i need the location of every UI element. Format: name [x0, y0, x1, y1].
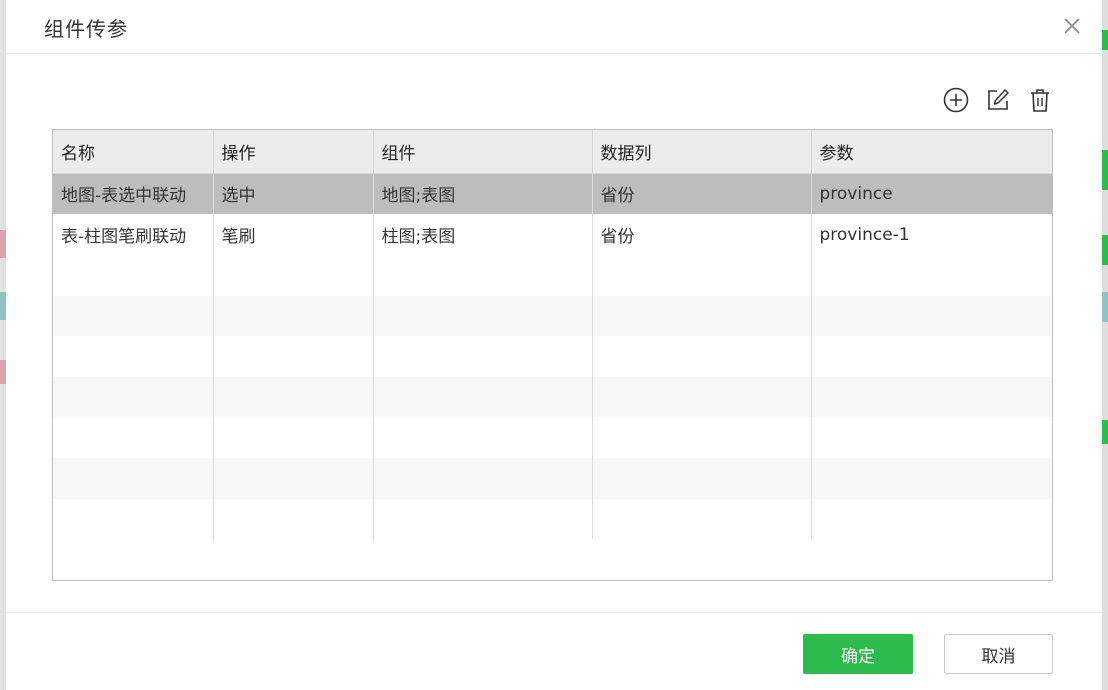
close-button[interactable] — [1060, 14, 1084, 38]
table-row[interactable]: 表-柱图笔刷联动 笔刷 柱图;表图 省份 province-1 — [53, 214, 1052, 255]
column-header-name[interactable]: 名称 — [53, 130, 214, 174]
close-icon — [1064, 18, 1080, 34]
cell-parameter: province-1 — [819, 224, 910, 245]
edit-button[interactable] — [984, 86, 1012, 114]
column-header-parameter[interactable]: 参数 — [811, 130, 1052, 174]
cell-component: 地图;表图 — [373, 173, 593, 214]
empty-row — [53, 255, 1052, 296]
column-header-component[interactable]: 组件 — [373, 130, 593, 174]
cell-name: 地图-表选中联动 — [53, 173, 214, 214]
cell-action: 笔刷 — [213, 214, 374, 255]
empty-row — [53, 417, 1052, 458]
cell-parameter: province — [811, 173, 1052, 214]
column-header-action[interactable]: 操作 — [213, 130, 374, 174]
dialog-header: 组件传参 — [6, 0, 1102, 54]
empty-row — [53, 498, 1052, 540]
background-app-right — [1102, 0, 1108, 690]
cancel-button[interactable]: 取消 — [944, 634, 1053, 674]
cell-name: 表-柱图笔刷联动 — [53, 214, 214, 255]
empty-row — [53, 295, 1052, 337]
dialog-title: 组件传参 — [44, 17, 128, 41]
edit-icon — [988, 89, 1009, 110]
empty-row — [53, 376, 1052, 418]
trash-icon — [1031, 89, 1049, 112]
table-header-row: 名称 操作 组件 数据列 参数 — [53, 130, 1052, 174]
cell-action: 选中 — [213, 173, 374, 214]
cell-component: 柱图;表图 — [373, 214, 593, 255]
dialog-footer: 确定 取消 — [6, 612, 1102, 690]
cell-data-column: 省份 — [592, 173, 812, 214]
column-header-data-column[interactable]: 数据列 — [592, 130, 812, 174]
cell-data-column: 省份 — [592, 214, 812, 255]
table-toolbar — [942, 86, 1054, 114]
component-params-dialog: 组件传参 名称 操作 组件 数据列 参数 地图-表选中联动 选中 地图;表图 省… — [6, 0, 1102, 690]
empty-row — [53, 457, 1052, 499]
params-table: 名称 操作 组件 数据列 参数 地图-表选中联动 选中 地图;表图 省份 pro… — [52, 129, 1053, 581]
confirm-button[interactable]: 确定 — [803, 634, 913, 674]
delete-button[interactable] — [1026, 86, 1054, 114]
table-row[interactable]: 地图-表选中联动 选中 地图;表图 省份 province — [53, 173, 1052, 214]
add-button[interactable] — [942, 86, 970, 114]
add-circle-icon — [943, 87, 969, 113]
empty-row — [53, 336, 1052, 377]
